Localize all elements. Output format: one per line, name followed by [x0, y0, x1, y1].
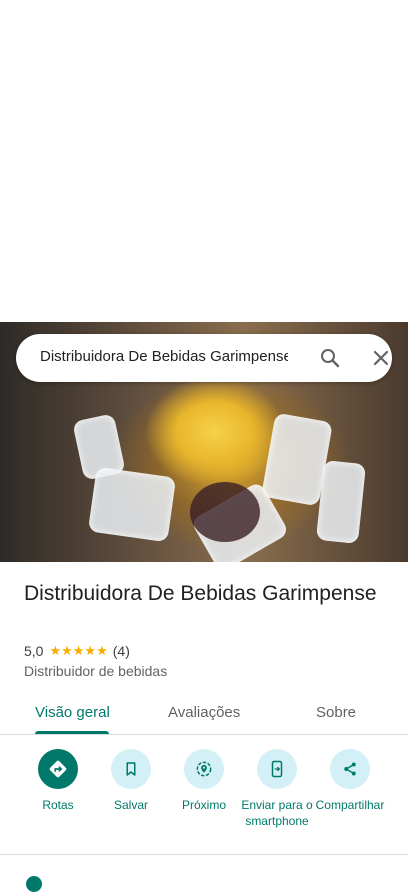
location-pin-icon: [26, 876, 42, 892]
send-to-phone-button[interactable]: Enviar para o smartphone: [239, 748, 315, 829]
nearby-button[interactable]: Próximo: [166, 748, 242, 813]
action-row: Rotas Salvar Próximo Enviar para o smart…: [0, 748, 408, 848]
save-label: Salvar: [113, 798, 148, 812]
bookmark-icon: [111, 749, 151, 789]
share-icon: [330, 749, 370, 789]
directions-button[interactable]: Rotas: [20, 748, 96, 813]
star-rating-icon: ★★★★★: [49, 643, 108, 658]
send-to-phone-label: Enviar para o smartphone: [241, 798, 313, 828]
place-title: Distribuidora De Bebidas Garimpense: [24, 582, 377, 605]
search-bar[interactable]: Distribuidora De Bebidas Garimpense: [16, 334, 392, 382]
rating-value: 5,0: [24, 643, 44, 659]
photo-detail: [190, 482, 260, 542]
share-label: Compartilhar: [315, 798, 385, 812]
search-icon[interactable]: [318, 346, 342, 370]
tab-overview[interactable]: Visão geral: [35, 704, 110, 721]
directions-icon: [38, 749, 78, 789]
tab-reviews[interactable]: Avaliações: [168, 704, 240, 721]
save-button[interactable]: Salvar: [93, 748, 169, 813]
map-area[interactable]: [0, 0, 408, 322]
close-icon[interactable]: [369, 346, 393, 370]
review-count[interactable]: (4): [113, 643, 130, 659]
nearby-icon: [184, 749, 224, 789]
photo-detail: [87, 466, 177, 543]
directions-label: Rotas: [42, 798, 74, 812]
tab-about[interactable]: Sobre: [316, 704, 356, 721]
place-category[interactable]: Distribuidor de bebidas: [24, 663, 167, 679]
photo-detail: [315, 460, 367, 544]
divider: [0, 854, 408, 855]
share-button[interactable]: Compartilhar: [312, 748, 388, 813]
send-to-phone-icon: [257, 749, 297, 789]
search-input[interactable]: Distribuidora De Bebidas Garimpense: [40, 348, 288, 365]
nearby-label: Próximo: [181, 798, 226, 812]
tab-indicator: [35, 731, 109, 734]
rating-row[interactable]: 5,0 ★★★★★ (4): [24, 642, 130, 660]
tab-bar: Visão geral Avaliações Sobre: [0, 700, 408, 735]
